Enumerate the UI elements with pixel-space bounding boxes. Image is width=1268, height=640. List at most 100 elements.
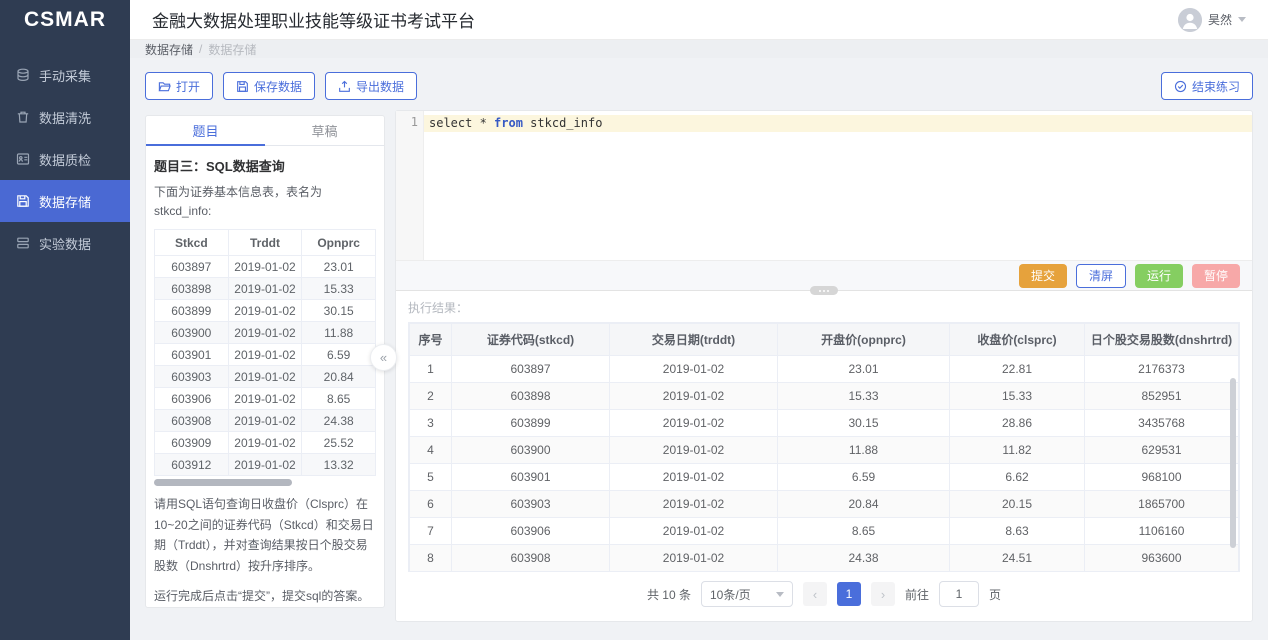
table-cell: 2	[410, 383, 452, 410]
sql-editor[interactable]: 1 select * from stkcd_info	[396, 111, 1252, 261]
table-cell: 2019-01-02	[610, 383, 778, 410]
table-row: 46039002019-01-0211.8811.82629531	[410, 437, 1239, 464]
sidebar-item-experiment-data[interactable]: 实验数据	[0, 222, 130, 264]
run-button[interactable]: 运行	[1135, 264, 1183, 288]
collapse-panel-button[interactable]: «	[370, 344, 397, 371]
table-cell: 24.38	[302, 410, 376, 432]
column-header: 日个股交易股数(dnshrtrd)	[1085, 324, 1239, 356]
table-cell: 603897	[155, 256, 229, 278]
column-header: 证券代码(stkcd)	[452, 324, 610, 356]
tab-question[interactable]: 题目	[146, 116, 265, 145]
table-cell: 2019-01-02	[610, 491, 778, 518]
table-row: 6039012019-01-026.59	[155, 344, 376, 366]
breadcrumb: 数据存储 / 数据存储	[130, 40, 1268, 58]
avatar[interactable]	[1178, 8, 1202, 32]
export-data-button[interactable]: 导出数据	[325, 72, 417, 100]
table-cell: 23.01	[302, 256, 376, 278]
vertical-scrollbar[interactable]	[1230, 378, 1236, 548]
goto-unit: 页	[989, 586, 1001, 603]
question-intro: 下面为证券基本信息表，表名为stkcd_info:	[154, 183, 376, 221]
server-icon	[16, 236, 30, 250]
sidebar-item-label: 数据清洗	[39, 108, 91, 127]
submit-button[interactable]: 提交	[1019, 264, 1067, 288]
chevron-down-icon	[776, 592, 784, 597]
sidebar-item-label: 数据质检	[39, 150, 91, 169]
save-icon	[16, 194, 30, 208]
page-size-select[interactable]: 10条/页	[701, 581, 793, 607]
table-row: 36038992019-01-0230.1528.863435768	[410, 410, 1239, 437]
clear-screen-button[interactable]: 清屏	[1076, 264, 1126, 288]
table-cell: 1	[410, 356, 452, 383]
table-row: 6039092019-01-0225.52	[155, 432, 376, 454]
table-cell: 2019-01-02	[610, 410, 778, 437]
table-cell: 6.59	[778, 464, 950, 491]
breadcrumb-separator: /	[199, 42, 202, 56]
table-cell: 603900	[155, 322, 229, 344]
table-cell: 20.15	[950, 491, 1085, 518]
table-cell: 3435768	[1085, 410, 1239, 437]
table-cell: 30.15	[778, 410, 950, 437]
table-row: 6038992019-01-0230.15	[155, 300, 376, 322]
editor-code-area[interactable]: select * from stkcd_info	[424, 111, 1252, 260]
question-instruction-2: 运行完成后点击“提交”，提交sql的答案。	[154, 586, 376, 606]
sql-identifier: stkcd_info	[523, 116, 602, 130]
finish-practice-button[interactable]: 结束练习	[1161, 72, 1253, 100]
splitter-drag-handle[interactable]	[810, 286, 838, 295]
pause-button[interactable]: 暂停	[1192, 264, 1240, 288]
table-cell: 603906	[452, 518, 610, 545]
table-cell: 2019-01-02	[228, 344, 302, 366]
table-cell: 8.65	[778, 518, 950, 545]
sidebar-item-data-cleaning[interactable]: 数据清洗	[0, 96, 130, 138]
table-cell: 2019-01-02	[228, 454, 302, 476]
table-row: 86039082019-01-0224.3824.51963600	[410, 545, 1239, 572]
question-table: Stkcd Trddt Opnprc 6038972019-01-0223.01…	[154, 229, 376, 476]
pagination: 共 10 条 10条/页 ‹ 1 › 前往 页	[408, 572, 1240, 616]
table-cell: 603906	[155, 388, 229, 410]
next-page-button[interactable]: ›	[871, 582, 895, 606]
sidebar-item-manual-collection[interactable]: 手动采集	[0, 54, 130, 96]
tab-draft[interactable]: 草稿	[265, 116, 384, 145]
table-cell: 15.33	[302, 278, 376, 300]
prev-page-button[interactable]: ‹	[803, 582, 827, 606]
breadcrumb-level1[interactable]: 数据存储	[145, 41, 193, 58]
scrollbar-thumb[interactable]	[154, 479, 292, 486]
table-cell: 24.51	[950, 545, 1085, 572]
sidebar-item-data-storage[interactable]: 数据存储	[0, 180, 130, 222]
user-name: 昊然	[1208, 11, 1232, 28]
question-instruction-1: 请用SQL语句查询日收盘价（Clsprc）在10~20之间的证券代码（Stkcd…	[154, 494, 376, 576]
workspace-panel: 1 select * from stkcd_info 提交 清屏 运行 暂停 执…	[395, 110, 1253, 622]
horizontal-scrollbar[interactable]	[154, 479, 376, 486]
table-row: 6039002019-01-0211.88	[155, 322, 376, 344]
code-line[interactable]: select * from stkcd_info	[424, 115, 1252, 132]
open-button[interactable]: 打开	[145, 72, 213, 100]
save-data-button[interactable]: 保存数据	[223, 72, 315, 100]
table-cell: 11.82	[950, 437, 1085, 464]
table-cell: 1865700	[1085, 491, 1239, 518]
table-header-row: 序号 证券代码(stkcd) 交易日期(trddt) 开盘价(opnprc) 收…	[410, 324, 1239, 356]
sidebar-item-data-quality[interactable]: 数据质检	[0, 138, 130, 180]
editor-action-bar: 提交 清屏 运行 暂停	[396, 261, 1252, 291]
column-header: 交易日期(trddt)	[610, 324, 778, 356]
table-cell: 25.52	[302, 432, 376, 454]
table-cell: 2019-01-02	[610, 356, 778, 383]
toolbar: 打开 保存数据 导出数据 结束练习	[130, 58, 1268, 110]
save-icon	[236, 80, 249, 93]
chevron-down-icon	[1238, 17, 1246, 22]
table-cell: 603912	[155, 454, 229, 476]
sql-keyword: from	[494, 116, 523, 130]
table-cell: 603899	[452, 410, 610, 437]
current-page-button[interactable]: 1	[837, 582, 861, 606]
goto-page-input[interactable]	[939, 581, 979, 607]
table-cell: 1106160	[1085, 518, 1239, 545]
table-cell: 15.33	[950, 383, 1085, 410]
table-cell: 15.33	[778, 383, 950, 410]
user-menu[interactable]: 昊然	[1178, 8, 1246, 32]
table-cell: 3	[410, 410, 452, 437]
table-cell: 6.59	[302, 344, 376, 366]
open-button-label: 打开	[176, 78, 200, 95]
table-row: 6039032019-01-0220.84	[155, 366, 376, 388]
table-row: 6039122019-01-0213.32	[155, 454, 376, 476]
page-size-value: 10条/页	[710, 586, 751, 603]
table-cell: 8.65	[302, 388, 376, 410]
finish-practice-button-label: 结束练习	[1192, 78, 1240, 95]
